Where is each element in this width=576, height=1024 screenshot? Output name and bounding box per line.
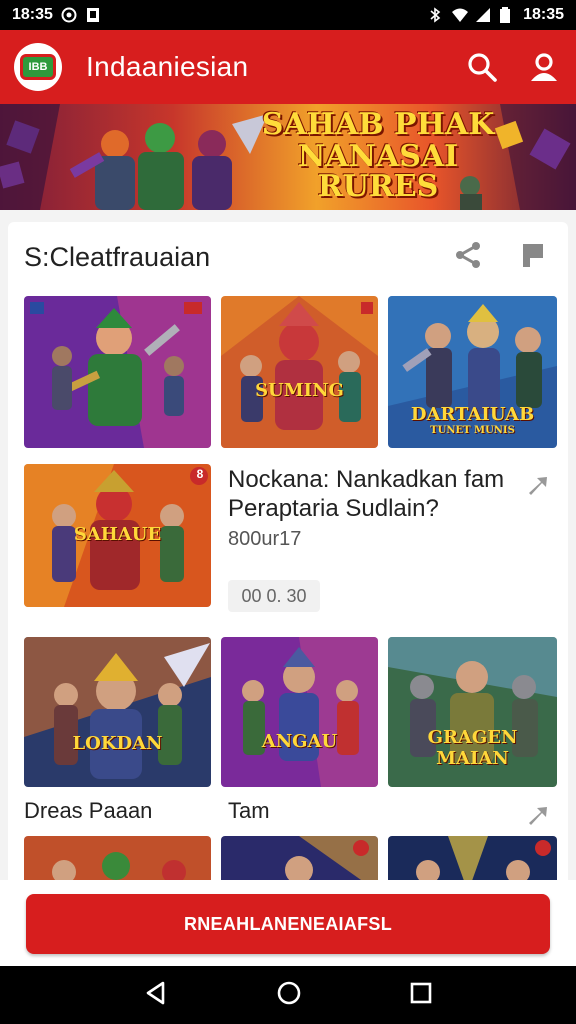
- banner-title-line1: SAHAB PHAK: [261, 107, 495, 142]
- thumbnail-card[interactable]: [24, 296, 211, 448]
- row-label-left: Dreas Paaan: [24, 798, 153, 823]
- thumbnail-caption: SUMING: [255, 380, 344, 401]
- arrow-icon: [529, 807, 547, 825]
- content-card: S:Cleatfrauaian SUMING DARTAIUAB TUNET M…: [8, 222, 568, 892]
- featured-meta: 800ur17: [228, 528, 302, 550]
- thumbnail-card[interactable]: GRAGEN MAIAN: [388, 637, 557, 787]
- back-icon: [147, 981, 165, 1004]
- featured-badge: 8: [196, 467, 204, 481]
- game-artwork: [24, 637, 211, 787]
- status-time: 18:35: [12, 6, 53, 23]
- primary-action-button[interactable]: RNEAHLANENEAIAFSL: [26, 894, 550, 954]
- thumbnail-caption: GRAGEN MAIAN: [427, 727, 518, 769]
- featured-title[interactable]: Nockana: Nankadkan fam Peraptaria Sudlai…: [228, 465, 528, 523]
- app-bar: IBB Indaaniesian: [0, 30, 576, 104]
- wifi-icon: [451, 7, 469, 23]
- arrow-icon: [529, 477, 547, 495]
- thumbnail-card[interactable]: DARTAIUAB TUNET MUNIS: [388, 296, 557, 448]
- app-screen: 18:35 18:35 IBB Indaaniesian SAHAB PHAK …: [0, 0, 576, 1024]
- back-button[interactable]: [143, 980, 169, 1011]
- whatsapp-icon: [61, 7, 77, 23]
- system-nav-bar: [0, 966, 576, 1024]
- bluetooth-icon: [427, 7, 443, 23]
- share-arrow-button[interactable]: [526, 474, 550, 503]
- thumbnail-caption: LOKDAN: [72, 733, 163, 754]
- home-button[interactable]: [276, 980, 302, 1011]
- share-button[interactable]: [454, 240, 484, 275]
- account-icon: [531, 53, 557, 81]
- download-icon: [85, 7, 101, 23]
- thumbnail-caption: DARTAIUAB TUNET MUNIS: [410, 404, 535, 436]
- search-button[interactable]: [464, 49, 500, 85]
- status-bar: 18:35 18:35: [0, 0, 576, 30]
- signal-icon: [475, 7, 491, 23]
- recents-button[interactable]: [409, 981, 433, 1010]
- flag-icon: [523, 244, 543, 267]
- logo-text: IBB: [20, 54, 56, 80]
- banner-title: SAHAB PHAK NANASAI RURES: [258, 110, 498, 202]
- app-title: Indaaniesian: [86, 51, 249, 82]
- profile-button[interactable]: [526, 49, 562, 85]
- flag-button[interactable]: [518, 240, 548, 275]
- game-artwork: [221, 296, 378, 448]
- share-icon: [456, 242, 480, 268]
- featured-chip[interactable]: 00 0. 30: [228, 580, 320, 612]
- thumbnail-caption: ANGAU: [261, 731, 338, 752]
- app-logo[interactable]: IBB: [14, 43, 62, 91]
- row-arrow-button[interactable]: [526, 804, 550, 833]
- promo-banner[interactable]: SAHAB PHAK NANASAI RURES: [0, 104, 576, 210]
- section-title: S:Cleatfrauaian: [24, 242, 211, 272]
- thumbnail-card[interactable]: SUMING: [221, 296, 378, 448]
- featured-thumbnail[interactable]: 8 SAHAUE: [24, 464, 211, 607]
- game-artwork: [24, 296, 211, 448]
- banner-title-line2: NANASAI RURES: [297, 139, 459, 204]
- battery-icon: [499, 7, 515, 23]
- search-icon: [468, 53, 497, 82]
- status-time-right: 18:35: [523, 6, 564, 23]
- home-icon: [277, 981, 301, 1004]
- row-label-right: Tam: [228, 798, 270, 823]
- game-artwork: [221, 637, 378, 787]
- thumbnail-card[interactable]: LOKDAN: [24, 637, 211, 787]
- recents-icon: [410, 982, 431, 1003]
- thumbnail-caption: SAHAUE: [73, 524, 162, 545]
- thumbnail-card[interactable]: ANGAU: [221, 637, 378, 787]
